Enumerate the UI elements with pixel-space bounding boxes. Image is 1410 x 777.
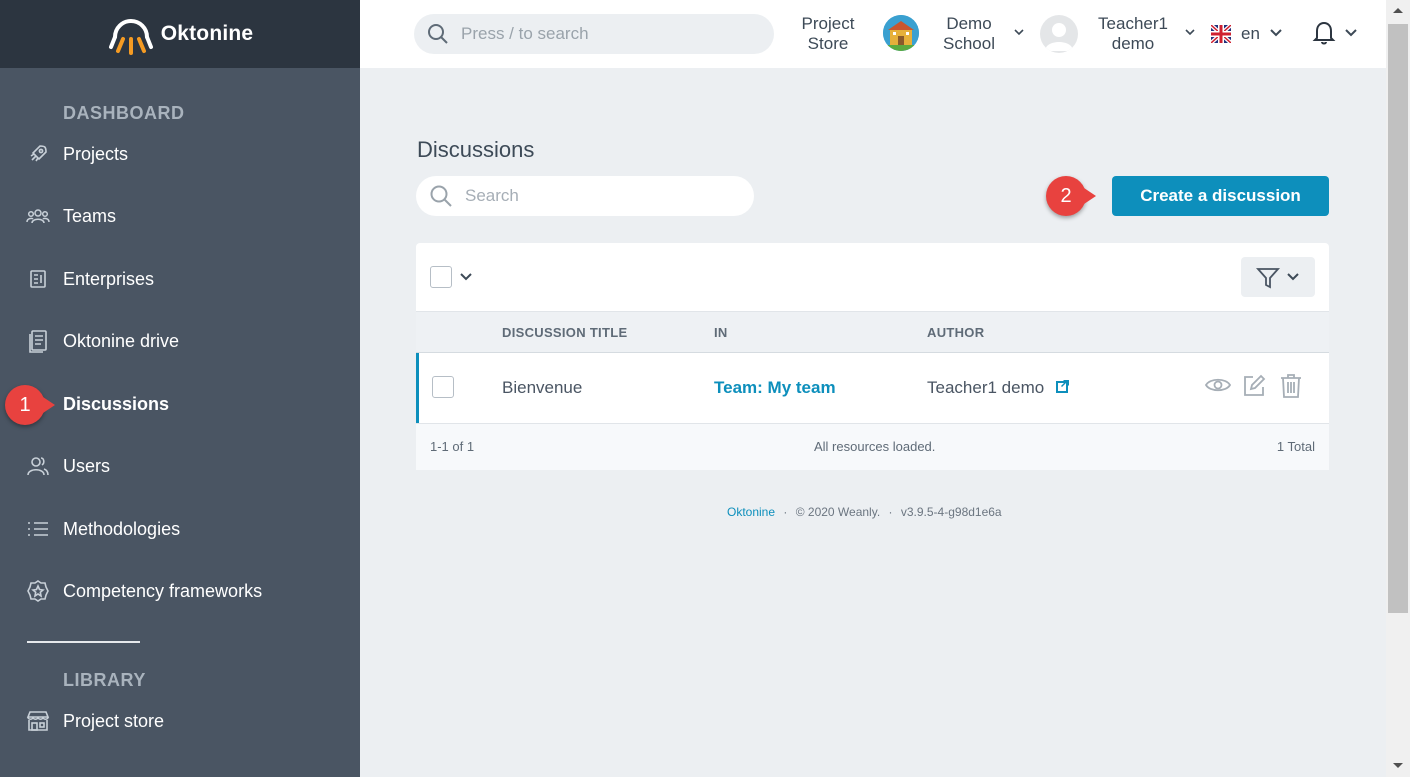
sidebar-divider bbox=[27, 641, 140, 643]
user-name-line1: Teacher1 bbox=[1098, 14, 1168, 33]
discussion-title[interactable]: Bienvenue bbox=[502, 378, 582, 398]
sidebar-item-users[interactable]: Users bbox=[26, 449, 346, 483]
chevron-down-icon bbox=[1287, 273, 1299, 281]
sidebar: Oktonine DASHBOARD Projects Teams Enterp… bbox=[0, 0, 360, 777]
sidebar-item-teams[interactable]: Teams bbox=[26, 199, 346, 233]
table-footer: 1-1 of 1 All resources loaded. 1 Total bbox=[416, 423, 1329, 470]
footer-separator: · bbox=[888, 505, 893, 519]
scroll-up-arrow-icon[interactable] bbox=[1392, 6, 1404, 14]
step-marker-number: 1 bbox=[5, 385, 45, 425]
select-all-checkbox[interactable] bbox=[430, 266, 452, 288]
chevron-down-icon[interactable] bbox=[1185, 28, 1195, 36]
sidebar-item-label: Project store bbox=[63, 710, 165, 731]
building-icon bbox=[26, 267, 50, 291]
language-selector[interactable]: en bbox=[1241, 24, 1260, 44]
scroll-down-arrow-icon[interactable] bbox=[1392, 762, 1404, 770]
topbar: Press / to search Project Store Demo Sch… bbox=[360, 0, 1386, 68]
sidebar-item-discussions[interactable]: Discussions bbox=[26, 387, 346, 421]
search-input[interactable]: Search bbox=[416, 176, 754, 216]
sidebar-item-enterprises[interactable]: Enterprises bbox=[26, 262, 346, 296]
column-header-in[interactable]: IN bbox=[714, 325, 728, 340]
discussions-table: DISCUSSION TITLE IN AUTHOR Bienvenue Tea… bbox=[416, 243, 1329, 470]
chevron-down-icon[interactable] bbox=[1014, 28, 1024, 36]
step-marker-pointer bbox=[1084, 188, 1096, 204]
sidebar-item-methodologies[interactable]: Methodologies bbox=[26, 512, 346, 546]
sidebar-item-label: Competency frameworks bbox=[63, 580, 263, 601]
eye-icon[interactable] bbox=[1205, 375, 1231, 395]
badge-icon bbox=[26, 579, 50, 603]
discussion-team-link[interactable]: Team: My team bbox=[714, 378, 836, 398]
sidebar-item-projects[interactable]: Projects bbox=[26, 137, 346, 171]
scrollbar-thumb[interactable] bbox=[1388, 24, 1408, 613]
footer-copyright: © 2020 Weanly. bbox=[795, 505, 881, 519]
sidebar-item-label: Teams bbox=[63, 205, 117, 226]
chevron-down-icon[interactable] bbox=[1345, 28, 1357, 37]
sidebar-item-label: Oktonine drive bbox=[63, 330, 180, 351]
school-switcher[interactable]: Demo School bbox=[938, 14, 1000, 54]
sidebar-item-label: Projects bbox=[63, 143, 129, 164]
pagination-range: 1-1 of 1 bbox=[430, 439, 475, 454]
uk-flag-icon[interactable] bbox=[1211, 25, 1231, 43]
filter-icon bbox=[1256, 268, 1280, 289]
project-store-line1: Project bbox=[801, 14, 855, 33]
logo-bar[interactable]: Oktonine bbox=[0, 0, 360, 68]
section-title-dashboard: DASHBOARD bbox=[63, 103, 185, 123]
search-icon bbox=[430, 185, 452, 207]
document-icon bbox=[26, 329, 50, 353]
sidebar-item-label: Discussions bbox=[63, 393, 170, 414]
sidebar-item-project-store[interactable]: Project store bbox=[26, 704, 346, 738]
global-search-input[interactable]: Press / to search bbox=[414, 14, 774, 54]
step-marker-1: 1 bbox=[5, 385, 55, 425]
table-header: DISCUSSION TITLE IN AUTHOR bbox=[416, 311, 1329, 353]
chevron-down-icon[interactable] bbox=[460, 273, 472, 281]
search-icon bbox=[428, 24, 448, 44]
filter-button[interactable] bbox=[1241, 257, 1315, 297]
project-store-line2: Store bbox=[807, 34, 849, 53]
step-marker-pointer bbox=[43, 397, 55, 413]
footer-brand-link[interactable]: Oktonine bbox=[727, 505, 775, 519]
sidebar-item-oktonine-drive[interactable]: Oktonine drive bbox=[26, 324, 346, 358]
footer-separator: · bbox=[783, 505, 788, 519]
sidebar-item-label: Users bbox=[63, 455, 111, 476]
total-count: 1 Total bbox=[1276, 439, 1315, 454]
school-name-line1: Demo bbox=[946, 14, 992, 33]
create-discussion-button[interactable]: Create a discussion bbox=[1112, 176, 1329, 216]
school-avatar[interactable] bbox=[883, 15, 919, 51]
sidebar-item-competency-frameworks[interactable]: Competency frameworks bbox=[26, 574, 346, 608]
bell-icon[interactable] bbox=[1312, 20, 1336, 46]
footer-version: v3.9.5-4-g98d1e6a bbox=[900, 505, 1002, 519]
discussion-author[interactable]: Teacher1 demo bbox=[927, 378, 1044, 398]
global-search-placeholder: Press / to search bbox=[461, 24, 589, 43]
row-checkbox[interactable] bbox=[432, 376, 454, 398]
school-name-line2: School bbox=[943, 34, 995, 53]
step-marker-2: 2 bbox=[1046, 176, 1096, 216]
load-status: All resources loaded. bbox=[814, 439, 936, 454]
chevron-down-icon[interactable] bbox=[1270, 28, 1282, 37]
app-name: Oktonine bbox=[160, 22, 254, 45]
edit-icon[interactable] bbox=[1242, 374, 1266, 398]
sidebar-item-label: Enterprises bbox=[63, 268, 155, 289]
user-menu[interactable]: Teacher1 demo bbox=[1093, 14, 1173, 54]
project-store-link[interactable]: Project Store bbox=[797, 14, 859, 54]
list-icon bbox=[26, 517, 50, 541]
page-title: Discussions bbox=[417, 137, 535, 162]
column-header-author[interactable]: AUTHOR bbox=[927, 325, 984, 340]
sidebar-item-label: Methodologies bbox=[63, 518, 181, 539]
column-header-title[interactable]: DISCUSSION TITLE bbox=[502, 325, 627, 340]
page-footer: Oktonine · © 2020 Weanly. · v3.9.5-4-g98… bbox=[727, 505, 1002, 519]
avatar[interactable] bbox=[1040, 15, 1078, 53]
users-icon bbox=[26, 454, 50, 478]
rocket-icon bbox=[26, 142, 50, 166]
step-marker-number: 2 bbox=[1046, 176, 1086, 216]
oktonine-logo-icon bbox=[108, 19, 153, 55]
search-placeholder: Search bbox=[465, 186, 519, 205]
external-link-icon[interactable] bbox=[1056, 379, 1070, 393]
section-title-library: LIBRARY bbox=[63, 670, 146, 690]
user-name-line2: demo bbox=[1111, 34, 1155, 53]
table-row[interactable]: Bienvenue Team: My team Teacher1 demo bbox=[416, 353, 1329, 423]
people-icon bbox=[26, 204, 50, 228]
store-icon bbox=[26, 709, 50, 733]
trash-icon[interactable] bbox=[1280, 373, 1302, 399]
